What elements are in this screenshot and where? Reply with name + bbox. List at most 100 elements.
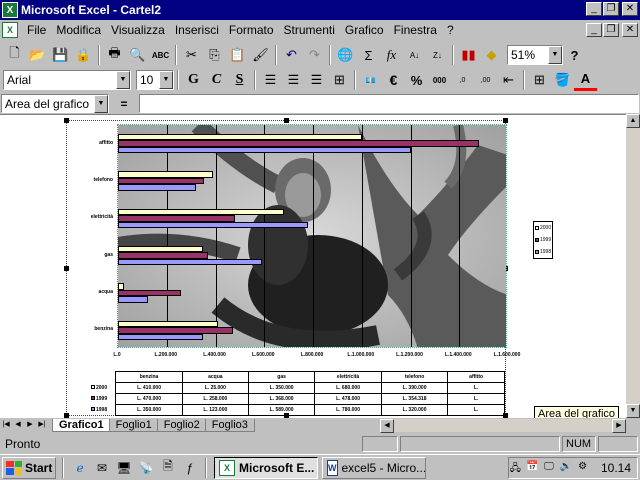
new-file-icon[interactable]: 🗋 <box>3 44 26 66</box>
format-painter-icon[interactable]: 🖌 <box>249 44 272 66</box>
prev-sheet-icon[interactable]: ◀ <box>12 419 24 431</box>
legend-item[interactable]: 1998 <box>534 246 552 258</box>
menu-file[interactable]: File <box>22 23 51 37</box>
task-word[interactable]: W excel5 - Micro... <box>322 456 426 479</box>
excel-app-icon[interactable]: X <box>2 2 18 18</box>
last-sheet-icon[interactable]: ▶| <box>36 419 48 431</box>
menu-grafico[interactable]: Grafico <box>340 23 389 37</box>
align-right-icon[interactable]: ☰ <box>305 69 328 91</box>
clock[interactable]: 10.14 <box>601 461 631 475</box>
font-color-button[interactable]: A <box>574 69 597 91</box>
bar-1998-telefono[interactable] <box>118 184 196 191</box>
outlook-express-icon[interactable]: ✉ <box>93 459 111 477</box>
scroll-right-icon[interactable]: ▶ <box>612 419 626 433</box>
bar-1998-affitto[interactable] <box>118 146 411 154</box>
bar-1998-gas[interactable] <box>118 258 262 266</box>
zoom-select[interactable]: 51% ▼ <box>507 45 563 65</box>
euro-button[interactable]: € <box>382 69 405 91</box>
open-folder-icon[interactable]: 📂 <box>26 44 49 66</box>
resize-handle[interactable] <box>503 118 508 123</box>
doc-restore-button[interactable]: ❐ <box>603 23 619 37</box>
display-icon[interactable]: 🖵 <box>543 461 556 475</box>
tab-foglio3[interactable]: Foglio3 <box>204 418 255 432</box>
save-icon[interactable]: 💾 <box>49 44 72 66</box>
menu-finestra[interactable]: Finestra <box>389 23 442 37</box>
percent-button[interactable]: % <box>405 69 428 91</box>
volume-icon[interactable]: 🔊 <box>559 461 572 475</box>
menu-formato[interactable]: Formato <box>224 23 279 37</box>
scheduler-icon[interactable]: 📅 <box>526 461 539 475</box>
hyperlink-icon[interactable]: 🌐 <box>334 44 357 66</box>
title-bar[interactable]: X Microsoft Excel - Cartel2 _ ❐ ✕ <box>0 0 640 20</box>
channels-icon[interactable]: 📡 <box>137 459 155 477</box>
chart-data-table[interactable]: benzina acqua gas elettricità telefono affitt… <box>91 371 505 416</box>
bold-button[interactable]: G <box>182 69 205 91</box>
desktop-icon[interactable]: 🖥 <box>115 459 133 477</box>
print-icon[interactable]: 🖶 <box>103 44 126 66</box>
internet-explorer-icon[interactable]: ℯ <box>71 459 89 477</box>
quick-launch-icon[interactable]: 🗎 <box>159 459 177 477</box>
legend[interactable]: 2000 1999 1998 <box>533 221 553 259</box>
doc-close-button[interactable]: ✕ <box>622 23 638 37</box>
sort-ascending-icon[interactable]: A↓ <box>403 44 426 66</box>
vertical-scrollbar[interactable]: ▲ ▼ <box>626 114 640 418</box>
cut-icon[interactable]: ✂ <box>180 44 203 66</box>
paste-icon[interactable]: 📋 <box>226 44 249 66</box>
next-sheet-icon[interactable]: ▶ <box>24 419 36 431</box>
font-select[interactable]: Arial ▼ <box>3 70 131 90</box>
align-center-icon[interactable]: ☰ <box>282 69 305 91</box>
spelling-icon[interactable]: ABC <box>149 44 172 66</box>
chevron-down-icon[interactable]: ▼ <box>116 71 130 89</box>
resize-handle[interactable] <box>64 266 69 271</box>
copy-icon[interactable]: ⎘ <box>203 44 226 66</box>
print-preview-icon[interactable]: 🔍 <box>126 44 149 66</box>
bar-1998-elettricità[interactable] <box>118 221 309 229</box>
task-excel[interactable]: X Microsoft E... <box>214 456 318 479</box>
restore-button[interactable]: ❐ <box>603 2 619 16</box>
menu-modifica[interactable]: Modifica <box>51 23 106 37</box>
bar-1998-benzina[interactable] <box>118 333 204 341</box>
undo-icon[interactable]: ↶ <box>280 44 303 66</box>
currency-icon[interactable]: 💶 <box>359 69 382 91</box>
doc-minimize-button[interactable]: _ <box>586 23 602 37</box>
start-button[interactable]: Start <box>2 456 56 479</box>
scroll-up-icon[interactable]: ▲ <box>626 114 640 128</box>
first-sheet-icon[interactable]: |◀ <box>0 419 12 431</box>
legend-item[interactable]: 1999 <box>534 234 552 246</box>
borders-icon[interactable]: ⊞ <box>528 69 551 91</box>
resize-handle[interactable] <box>284 118 289 123</box>
decrease-decimal-icon[interactable]: ,00 <box>474 69 497 91</box>
merge-center-icon[interactable]: ⊞ <box>328 69 351 91</box>
flash-icon[interactable]: ƒ <box>181 459 199 477</box>
underline-button[interactable]: S <box>228 69 251 91</box>
menu-visualizza[interactable]: Visualizza <box>106 23 170 37</box>
legend-item[interactable]: 2000 <box>534 222 552 234</box>
horizontal-scrollbar[interactable]: ◀ ▶ <box>380 419 626 433</box>
italic-button[interactable]: C <box>205 69 228 91</box>
menu-strumenti[interactable]: Strumenti <box>279 23 340 37</box>
align-left-icon[interactable]: ☰ <box>259 69 282 91</box>
chevron-down-icon[interactable]: ▼ <box>159 71 173 89</box>
chart-area[interactable]: affitto telefono elettricità gas acqua benzin… <box>64 118 553 418</box>
plot-area[interactable] <box>117 124 507 348</box>
chevron-down-icon[interactable]: ▼ <box>548 46 562 64</box>
tab-foglio1[interactable]: Foglio1 <box>108 418 159 432</box>
network-icon[interactable]: 🖧 <box>509 461 522 475</box>
tab-grafico1[interactable]: Grafico1 <box>52 418 111 432</box>
fill-color-icon[interactable]: 🪣 <box>551 69 574 91</box>
redo-icon[interactable]: ↷ <box>303 44 326 66</box>
close-button[interactable]: ✕ <box>622 2 638 16</box>
scroll-down-icon[interactable]: ▼ <box>626 404 640 418</box>
decrease-indent-icon[interactable]: ⇤ <box>497 69 520 91</box>
minimize-button[interactable]: _ <box>586 2 602 16</box>
task-icon[interactable]: ⚙ <box>576 461 589 475</box>
chevron-down-icon[interactable]: ▼ <box>94 95 108 113</box>
font-size-select[interactable]: 10 ▼ <box>136 70 174 90</box>
chart-wizard-icon[interactable]: ▮▮ <box>457 44 480 66</box>
name-box[interactable]: Area del grafico ▼ <box>1 94 109 113</box>
tab-foglio2[interactable]: Foglio2 <box>156 418 207 432</box>
formula-input[interactable] <box>139 94 639 113</box>
sort-descending-icon[interactable]: Z↓ <box>426 44 449 66</box>
function-icon[interactable]: fx <box>380 44 403 66</box>
menu-help[interactable]: ? <box>442 23 459 37</box>
